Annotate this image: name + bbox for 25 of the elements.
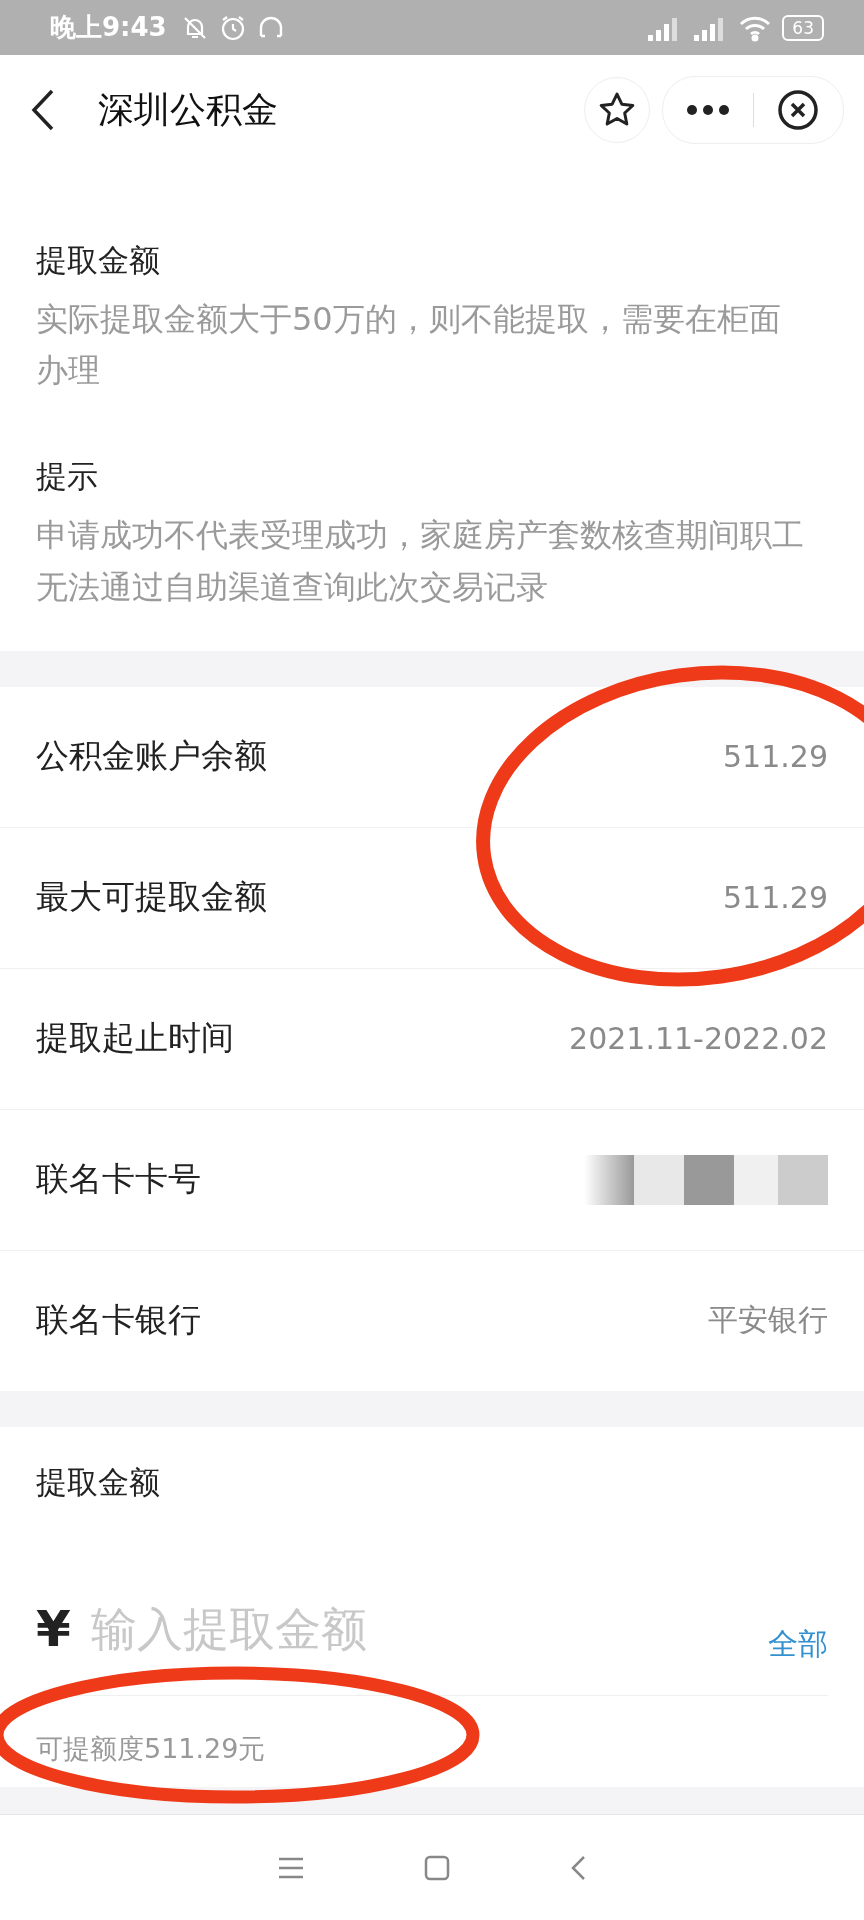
close-icon — [777, 89, 820, 131]
row-label: 最大可提取金额 — [36, 876, 267, 919]
withdraw-all-link[interactable]: 全部 — [768, 1623, 828, 1665]
note-text: 申请成功不代表受理成功，家庭房产套数核查期间职工无法通过自助渠道查询此次交易记录 — [36, 515, 804, 608]
battery-level: 63 — [782, 14, 824, 41]
row-label: 公积金账户余额 — [36, 735, 267, 778]
page-title: 深圳公积金 — [98, 87, 278, 132]
row-value: 511.29 — [723, 739, 828, 775]
note-title: 提示 — [36, 457, 99, 497]
row-value: 2021.11-2022.02 — [569, 1021, 828, 1057]
row-label: 提取起止时间 — [36, 1017, 234, 1060]
note-text: 实际提取金额大于50万的，则不能提取，需要在柜面办理 — [36, 299, 782, 392]
available-limit-text: 可提额度511.29元 — [36, 1731, 267, 1766]
row-label: 联名卡卡号 — [36, 1158, 201, 1201]
row-value: 平安银行 — [708, 1301, 828, 1340]
menu-icon[interactable] — [278, 1856, 304, 1879]
row-value: 511.29 — [723, 880, 828, 916]
back-nav-button[interactable] — [570, 1854, 586, 1881]
home-button[interactable] — [424, 1854, 450, 1881]
row-label: 联名卡银行 — [36, 1299, 201, 1342]
amount-title: 提取金额 — [36, 1462, 161, 1502]
currency-symbol: ¥ — [36, 1600, 71, 1659]
status-time: 晚上9:43 — [50, 11, 167, 44]
more-icon — [685, 104, 730, 116]
note-title: 提取金额 — [36, 241, 161, 280]
